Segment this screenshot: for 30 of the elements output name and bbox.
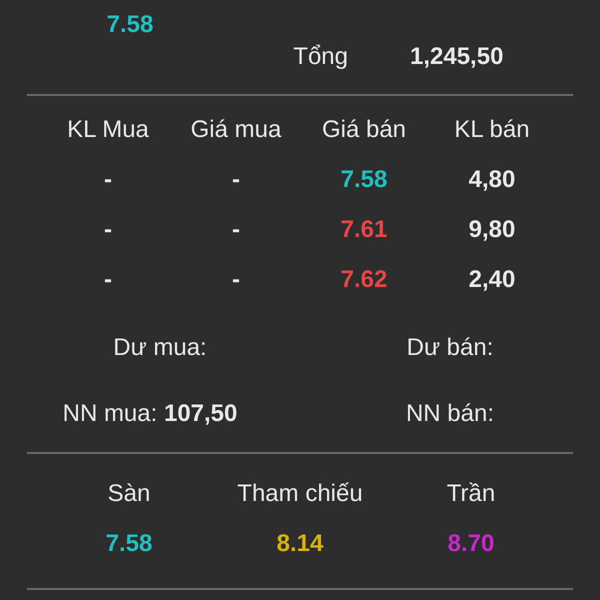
sell-price: 7.62 [340,266,388,294]
last-price: 7.58 [106,11,154,38]
sell-price: 7.61 [340,216,388,244]
column-header: KL Mua [67,116,149,144]
foreign-buy-value: 107,50 [164,400,238,427]
sell-volume: 2,40 [468,266,516,294]
column-header: Giá mua [190,116,282,144]
reference-label: Trần [446,480,496,508]
buy-volume: - [104,266,112,294]
column-header: KL bán [454,116,530,144]
total-value: 1,245,50 [410,43,504,71]
buy-price: - [232,166,240,194]
foreign-buy-label: NN mua: [62,400,158,427]
buy-price: - [232,266,240,294]
reference-label: Sàn [108,480,150,508]
buy-volume: - [104,216,112,244]
surplus-buy-label: Dư mua: [113,334,207,362]
reference-value: 7.58 [106,530,152,558]
sell-volume: 9,80 [468,216,516,244]
reference-label: Tham chiếu [237,480,363,508]
reference-value: 8.70 [448,530,494,558]
buy-volume: - [104,166,112,194]
sell-volume: 4,80 [468,166,516,194]
total-label: Tổng [292,43,349,71]
reference-value: 8.14 [276,530,324,558]
sell-price: 7.58 [340,166,388,194]
buy-price: - [232,216,240,244]
column-header: Giá bán [322,116,406,144]
foreign-sell-label: NN bán: [406,400,494,428]
surplus-sell-label: Dư bán: [406,334,494,362]
